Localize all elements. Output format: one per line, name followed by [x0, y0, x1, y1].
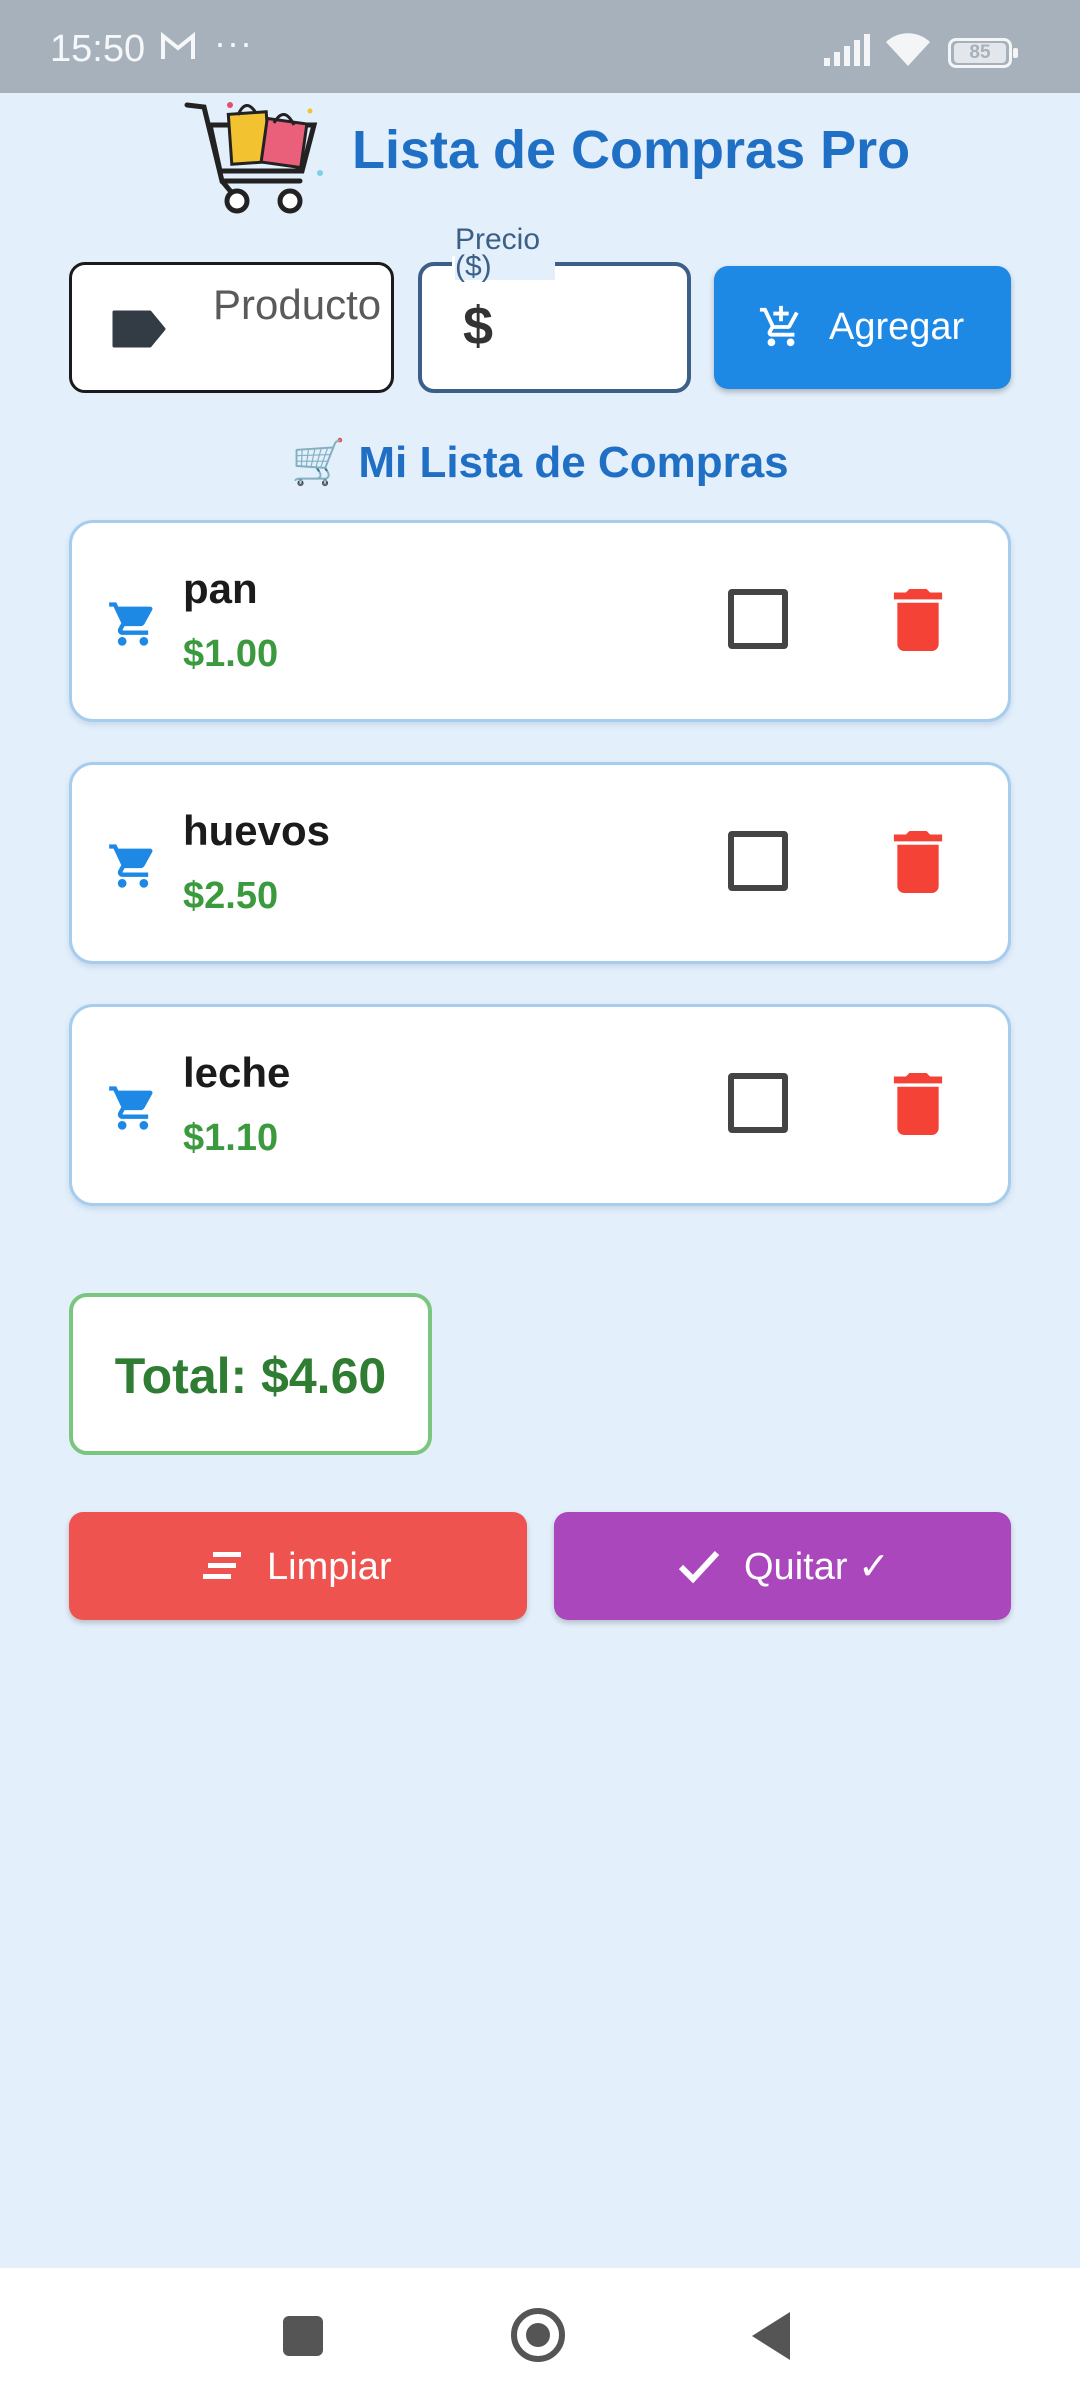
status-time: 15:50: [50, 28, 146, 70]
shopping-cart-icon: [107, 840, 159, 897]
label-tag-icon: [110, 308, 166, 355]
battery-icon: 85: [948, 38, 1018, 68]
app-title: Lista de Compras Pro: [352, 120, 911, 180]
check-icon: [678, 1548, 720, 1589]
list-item: huevos $2.50: [69, 762, 1011, 964]
product-placeholder: Producto: [213, 281, 382, 328]
item-price: $1.00: [183, 633, 279, 675]
item-name: huevos: [183, 807, 331, 854]
add-label: Agregar: [829, 306, 965, 348]
battery-level: 85: [954, 43, 1006, 63]
delete-icon[interactable]: [890, 589, 946, 656]
clear-button[interactable]: Limpiar: [69, 1512, 527, 1620]
delete-icon[interactable]: [890, 1073, 946, 1140]
item-price: $1.10: [183, 1117, 279, 1159]
list-title: 🛒 Mi Lista de Compras: [291, 438, 789, 487]
item-price: $2.50: [183, 875, 279, 917]
item-name: pan: [183, 565, 258, 612]
add-shopping-cart-icon: [758, 304, 804, 355]
delete-icon[interactable]: [890, 831, 946, 898]
back-icon[interactable]: [752, 2312, 790, 2360]
home-icon[interactable]: [511, 2308, 565, 2362]
item-checkbox[interactable]: [728, 589, 788, 649]
shopping-cart-logo-icon: [182, 93, 327, 228]
clear-label: Limpiar: [267, 1546, 392, 1588]
price-label: Precio ($): [455, 225, 555, 282]
total-text: Total: $4.60: [114, 1348, 387, 1404]
recent-apps-icon[interactable]: [283, 2316, 323, 2356]
status-bar: 15:50 ··· 85: [0, 0, 1080, 93]
app-header: Lista de Compras Pro: [0, 93, 1080, 223]
add-button[interactable]: Agregar: [714, 266, 1011, 389]
list-item: leche $1.10: [69, 1004, 1011, 1206]
product-input[interactable]: Producto: [69, 262, 394, 393]
shopping-cart-icon: [107, 1082, 159, 1139]
item-checkbox[interactable]: [728, 1073, 788, 1133]
clear-all-icon: [203, 1550, 243, 1587]
signal-icon: [822, 32, 872, 73]
total-box: Total: $4.60: [69, 1293, 432, 1455]
remove-label: Quitar ✓: [744, 1546, 890, 1588]
price-prefix: $: [463, 296, 494, 356]
item-checkbox[interactable]: [728, 831, 788, 891]
gmail-icon: [160, 31, 196, 67]
item-name: leche: [183, 1049, 291, 1096]
more-notifications-icon: ···: [214, 22, 253, 63]
list-item: pan $1.00: [69, 520, 1011, 722]
system-nav-bar: [0, 2268, 1080, 2400]
shopping-cart-icon: [107, 598, 159, 655]
wifi-icon: [884, 30, 932, 73]
remove-checked-button[interactable]: Quitar ✓: [554, 1512, 1011, 1620]
